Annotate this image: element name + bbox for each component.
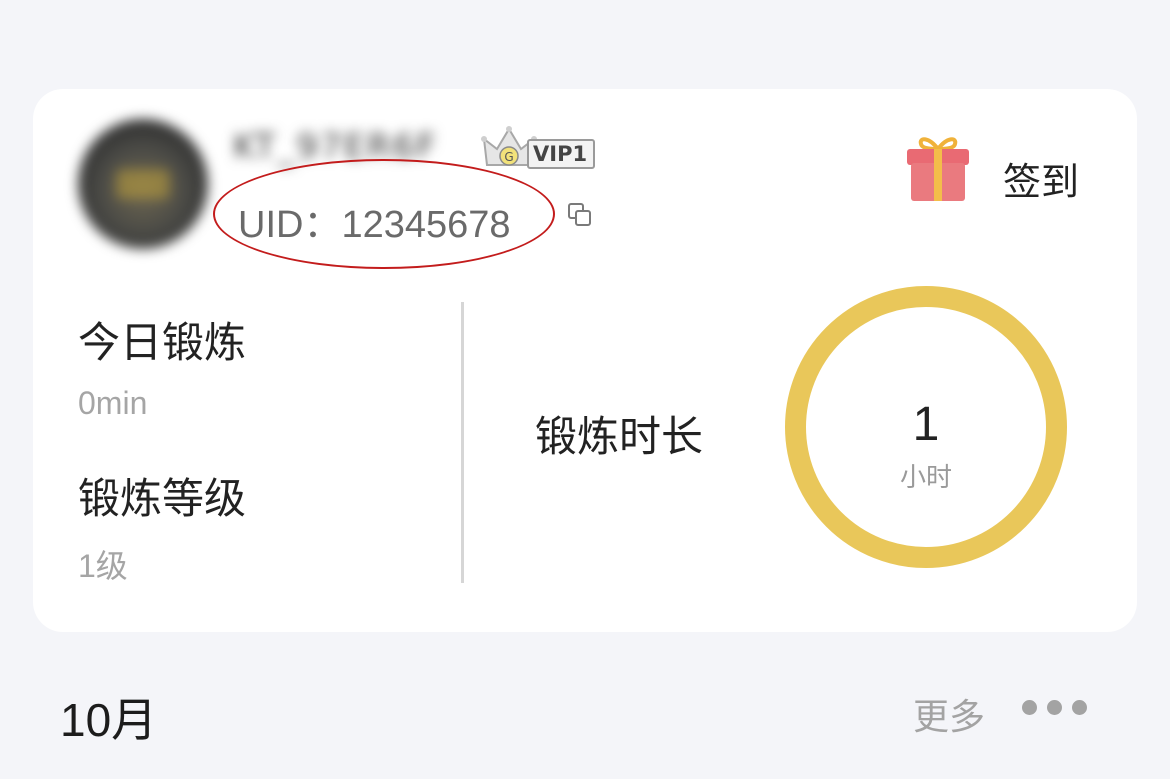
dot xyxy=(1072,700,1087,715)
signin-label: 签到 xyxy=(1003,160,1080,204)
vip-badge[interactable]: G VIP1 xyxy=(481,125,601,175)
duration-value: 1 xyxy=(912,398,940,451)
today-exercise-title: 今日锻炼 xyxy=(78,318,247,367)
dot xyxy=(1022,700,1037,715)
dot xyxy=(1047,700,1062,715)
avatar[interactable] xyxy=(78,119,208,249)
today-exercise-value: 0min xyxy=(78,385,148,421)
vip-level-label: VIP1 xyxy=(527,139,596,169)
signin-button[interactable]: 签到 xyxy=(903,129,1103,209)
month-title: 10月 xyxy=(60,694,158,746)
user-card: KT_97ER6F G VIP1 UID：12345678 签到 今日锻炼 0m… xyxy=(33,89,1137,632)
uid-highlight-circle xyxy=(213,159,555,269)
copy-icon[interactable] xyxy=(567,202,593,228)
gift-icon xyxy=(907,137,969,201)
svg-text:G: G xyxy=(504,150,513,164)
exercise-level-title: 锻炼等级 xyxy=(78,474,247,523)
exercise-duration-title: 锻炼时长 xyxy=(535,412,704,461)
exercise-level-value: 1级 xyxy=(78,548,128,584)
duration-ring: 1 小时 xyxy=(785,286,1067,568)
more-dots-icon[interactable] xyxy=(1022,700,1092,716)
more-link[interactable]: 更多 xyxy=(913,688,985,740)
duration-unit: 小时 xyxy=(899,463,952,493)
divider xyxy=(461,302,464,583)
